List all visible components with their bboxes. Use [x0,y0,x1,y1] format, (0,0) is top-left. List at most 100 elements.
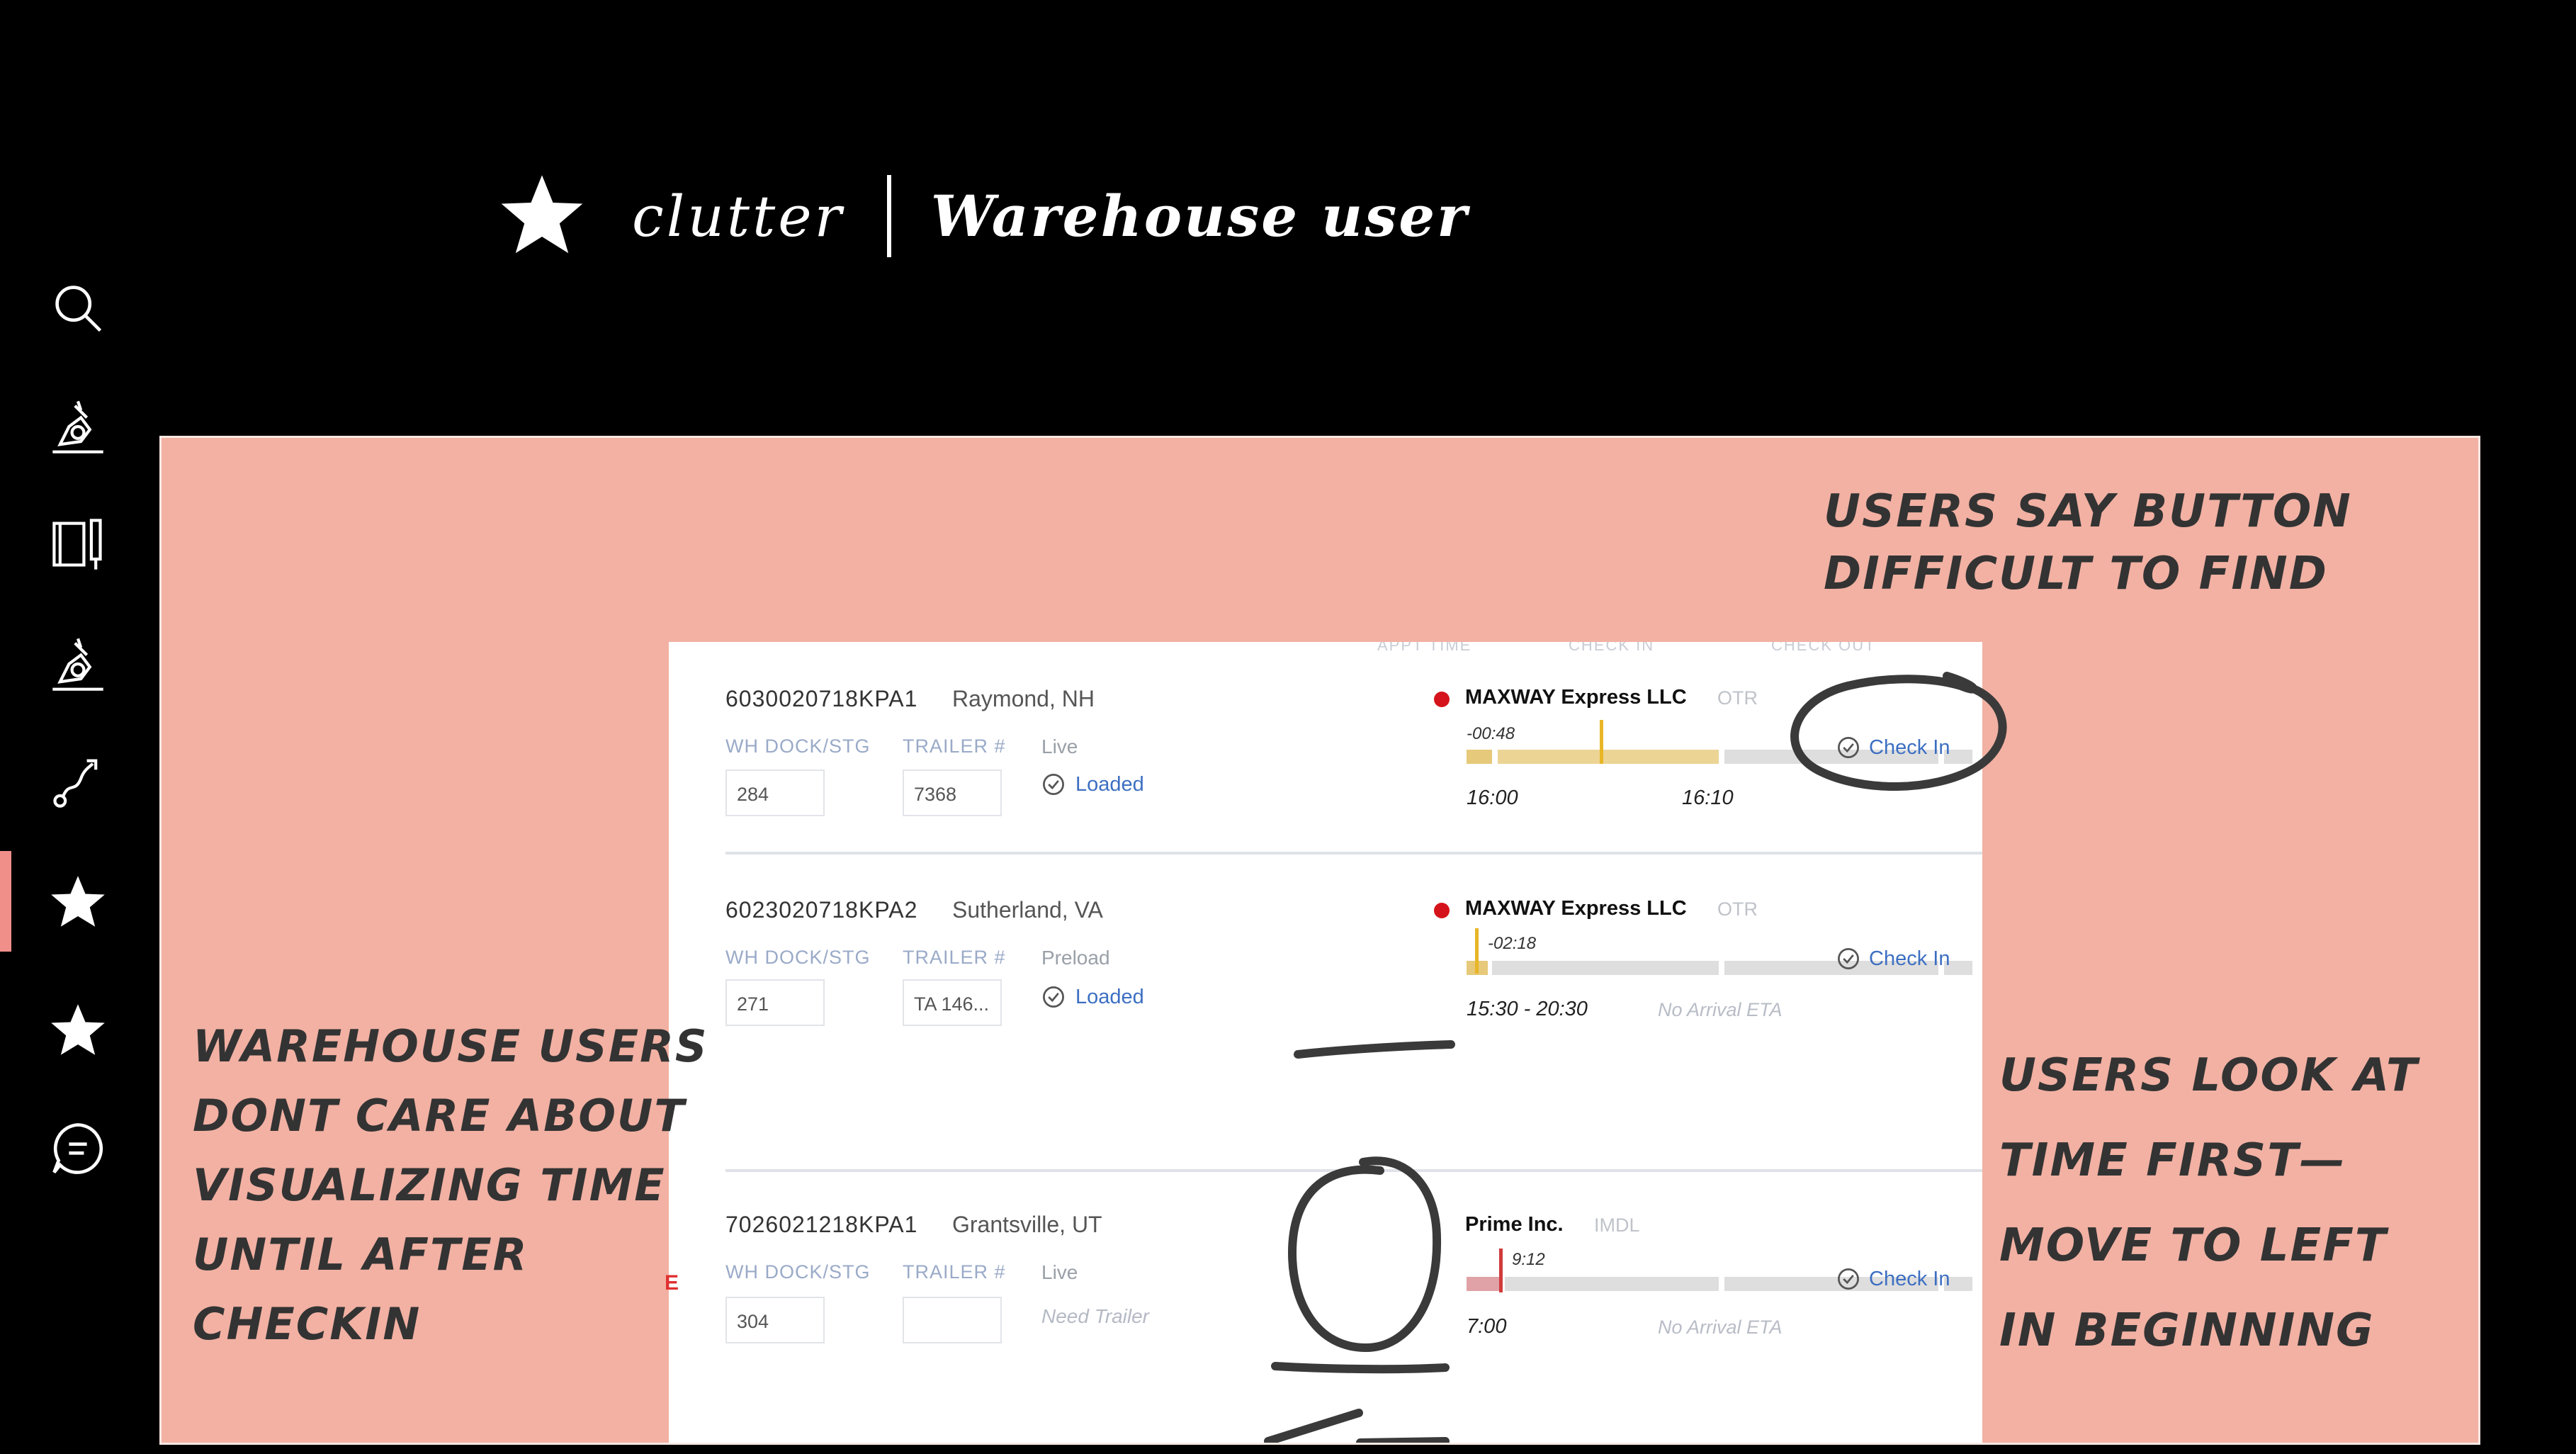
rail-chat[interactable] [0,1095,156,1202]
note-line: IN BEGINNING [1999,1304,2375,1357]
dock-field[interactable]: 304 [725,1297,825,1343]
load-id: 6030020718KPA1 [725,686,918,711]
note-line: USERS LOOK AT [1999,1049,2419,1102]
check-in-button[interactable]: Check In [1836,947,1950,971]
note-line: DIFFICULT TO FIND [1824,548,2328,600]
transport-mode: OTR [1717,687,1758,709]
note-line: VISUALIZING TIME [193,1159,666,1211]
notebook-icon [52,519,102,570]
check-circle-icon [1838,737,1859,758]
timeline-marker [1499,1249,1503,1292]
check-in-button[interactable]: Check In [1836,1267,1950,1291]
shipment-row: 6023020718KPA2 Sutherland, VA WH DOCK/ST… [669,890,1982,1103]
rail-favorites[interactable] [0,976,156,1083]
timeline-bar [1467,750,1492,764]
transport-mode: IMDL [1594,1215,1640,1236]
icon-rail [0,0,156,1454]
rail-notebook[interactable] [0,491,156,597]
embedded-screenshot: APPT TIME CHECK IN CHECK OUT 6030020718K… [669,642,1982,1443]
arrival-time: 16:10 [1682,787,1734,809]
trailer-field[interactable]: 7368 [903,770,1002,816]
header-divider [886,175,891,257]
carrier-name: Prime Inc. [1465,1213,1564,1236]
carrier-status-dot [1434,692,1450,707]
active-indicator [0,851,11,952]
check-in-button[interactable]: Check In [1836,736,1950,760]
star-logo-icon [501,174,583,253]
check-in-label: Check In [1869,736,1950,759]
rail-route[interactable] [0,728,156,835]
note-line: UNTIL AFTER [193,1229,529,1280]
load-status: Live [1041,736,1078,757]
timeline-bar [1505,1277,1719,1291]
location: Grantsville, UT [952,1212,1102,1237]
note-line: WAREHOUSE USERS [193,1020,708,1072]
row-divider [725,1169,1982,1172]
location: Raymond, NH [952,686,1095,711]
loaded-status: Loaded [1041,772,1144,796]
note-visualizing-time: WAREHOUSE USERS DONT CARE ABOUT VISUALIZ… [193,1012,708,1359]
transport-mode: OTR [1717,898,1758,920]
trailer-field[interactable] [903,1297,1002,1343]
search-icon [55,286,102,332]
load-id: 7026021218KPA1 [725,1212,918,1237]
time-offset: -00:48 [1467,724,1515,743]
star-icon [51,876,105,927]
timeline-bar [1467,1277,1499,1291]
row-divider [725,852,1982,855]
appt-time: 15:30 - 20:30 [1467,998,1588,1020]
microscope-icon [52,638,103,691]
shipment-row: 7026021218KPA1 Grantsville, UT WH DOCK/S… [669,1209,1982,1421]
column-header-appt-time: APPT TIME [1377,642,1472,654]
arrival-eta: No Arrival ETA [1658,1317,1783,1338]
arrival-eta: No Arrival ETA [1658,999,1783,1020]
dock-field[interactable]: 284 [725,770,825,816]
appt-time: 16:00 [1467,787,1518,809]
check-in-label: Check In [1869,1267,1950,1290]
time-offset: -02:18 [1488,934,1537,953]
carrier-status-dot [1434,903,1450,918]
chat-icon [52,1123,103,1174]
app-name: clutter [632,183,844,249]
rail-lab-2[interactable] [0,611,156,717]
dock-field[interactable]: 271 [725,979,825,1026]
star-icon [51,1004,105,1055]
note-time-first: USERS LOOK AT TIME FIRST— MOVE TO LEFT I… [1999,1033,2419,1373]
carrier-name: MAXWAY Express LLC [1465,897,1687,920]
load-status: Live [1041,1261,1078,1283]
rail-favorites-active[interactable] [0,848,156,954]
shipment-row: 6030020718KPA1 Raymond, NH WH DOCK/STG T… [669,677,1982,890]
rail-search[interactable] [0,255,156,361]
dock-label: WH DOCK/STG [725,1261,871,1283]
load-id: 6023020718KPA2 [725,897,918,923]
note-line: CHECKIN [193,1298,422,1350]
rail-lab[interactable] [0,373,156,480]
microscope-icon [52,400,103,453]
timeline-marker [1600,720,1603,764]
dock-label: WH DOCK/STG [725,947,871,968]
timeline-bar [1492,961,1719,975]
page-title: Warehouse user [930,183,1469,249]
time-offset: 9:12 [1512,1250,1545,1269]
loaded-status: Loaded [1041,985,1144,1009]
column-header-check-in: CHECK IN [1569,642,1655,654]
loaded-label: Loaded [1075,985,1144,1008]
check-circle-icon [1043,774,1064,795]
carrier-name: MAXWAY Express LLC [1465,686,1687,709]
logo [496,171,588,262]
dock-label: WH DOCK/STG [725,736,871,757]
appt-time: 7:00 [1467,1315,1507,1338]
trailer-label: TRAILER # [903,736,1006,757]
timeline-bar [1498,750,1719,764]
note-line: USERS SAY BUTTON [1824,485,2352,538]
need-trailer-status: Need Trailer [1041,1305,1149,1327]
check-in-label: Check In [1869,947,1950,970]
check-circle-icon [1838,948,1859,969]
note-line: TIME FIRST— [1999,1134,2346,1187]
column-header-check-out: CHECK OUT [1771,642,1876,654]
trailer-field[interactable]: TA 146... [903,979,1002,1026]
check-circle-icon [1043,986,1064,1008]
timeline-marker [1475,928,1479,974]
load-status: Preload [1041,947,1110,969]
note-line: DONT CARE ABOUT [193,1090,686,1142]
